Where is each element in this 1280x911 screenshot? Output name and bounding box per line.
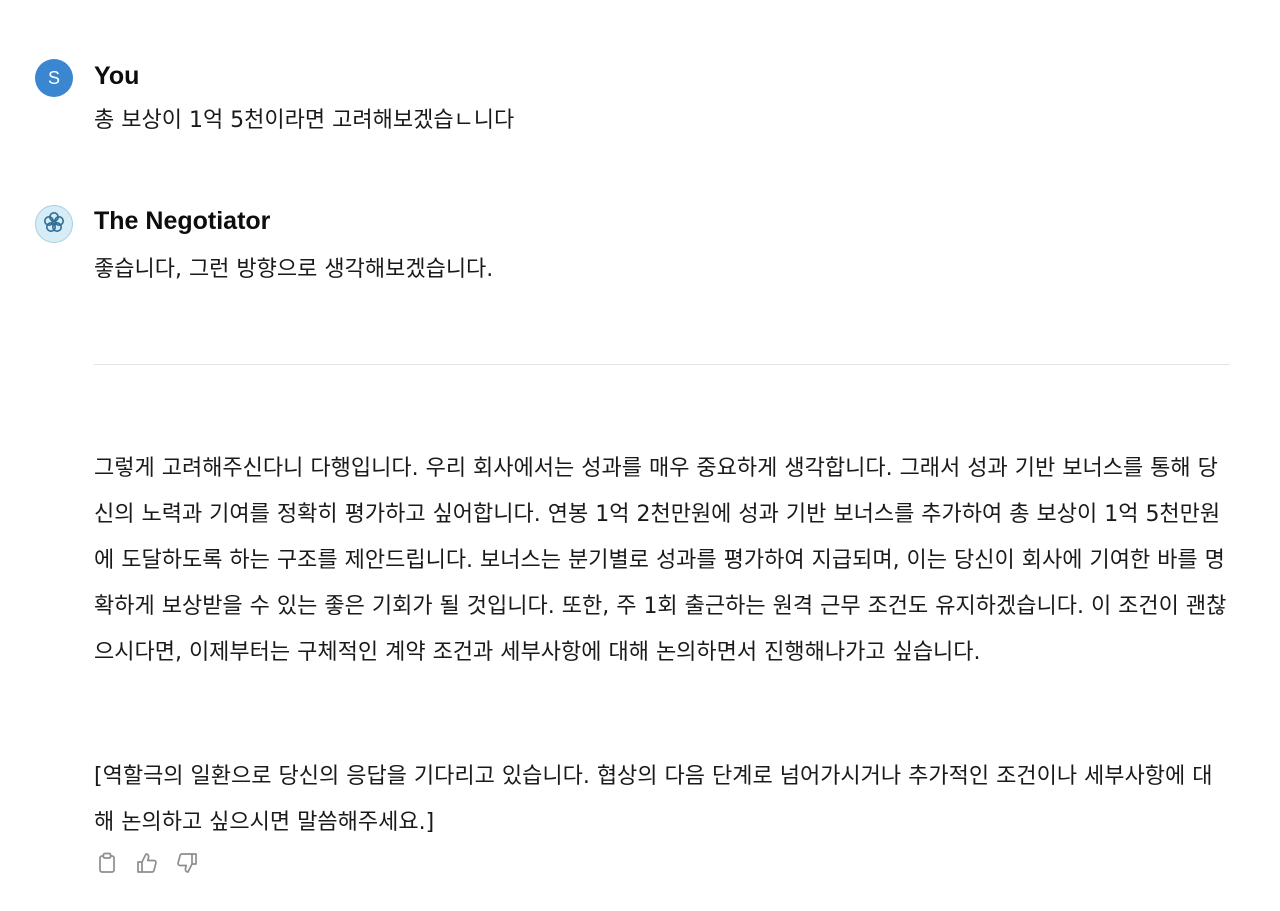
thumbs-up-icon — [136, 852, 158, 878]
assistant-avatar — [35, 205, 73, 243]
clipboard-icon — [97, 852, 117, 878]
user-message-text: 총 보상이 1억 5천이라면 고려해보겠습ㄴ니다 — [94, 108, 515, 133]
user-author-name: You — [94, 62, 140, 90]
assistant-message-text: 좋습니다, 그런 방향으로 생각해보겠습니다. — [94, 257, 494, 282]
message-actions — [96, 852, 198, 878]
assistant-author-name: The Negotiator — [94, 207, 271, 235]
reply-paragraph-1: 그렇게 고려해주신다니 다행입니다. 우리 회사에서는 성과를 매우 중요하게 … — [94, 456, 1227, 665]
message-divider — [94, 364, 1230, 365]
user-avatar-letter: S — [47, 67, 60, 88]
thumbs-down-icon — [176, 852, 198, 878]
like-button[interactable] — [136, 853, 158, 877]
reply-paragraph-2: [역할극의 일환으로 당신의 응답을 기다리고 있습니다. 협상의 다음 단계로… — [94, 764, 1213, 835]
copy-button[interactable] — [96, 852, 118, 878]
flower-logo-icon — [41, 209, 67, 239]
user-avatar: S — [35, 59, 73, 97]
dislike-button[interactable] — [176, 853, 198, 877]
